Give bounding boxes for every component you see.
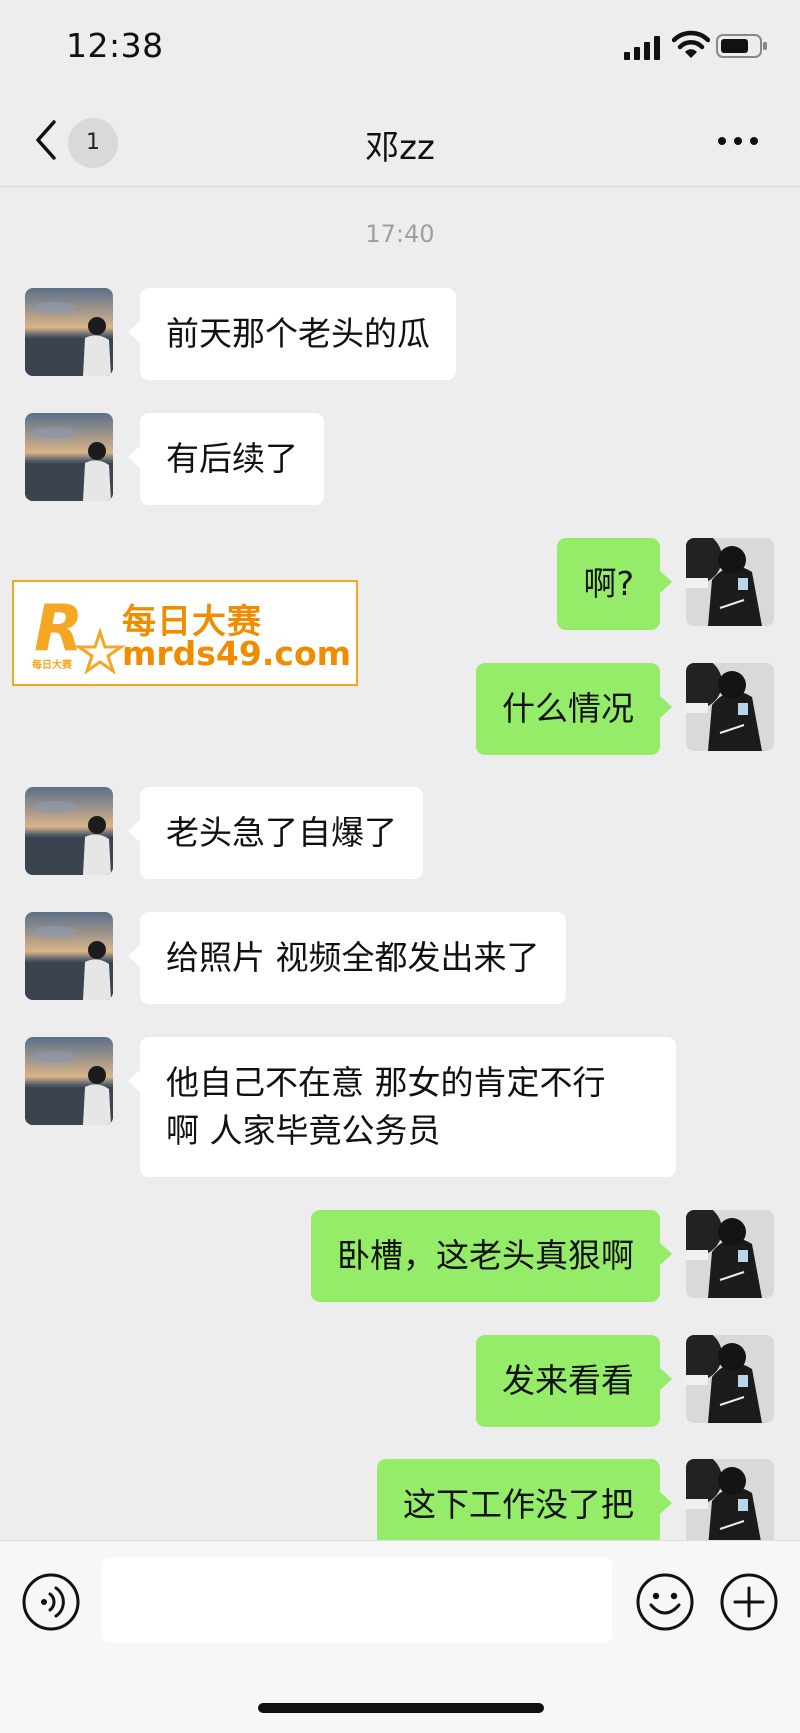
message-bubble-received: 他自己不在意 那女的肯定不行 啊 人家毕竟公务员 <box>128 1037 676 1177</box>
message-timestamp: 17:40 <box>365 220 435 248</box>
emoji-icon[interactable] <box>634 1571 696 1633</box>
self-avatar[interactable] <box>686 1210 774 1298</box>
plus-icon[interactable] <box>718 1571 780 1633</box>
contact-avatar[interactable] <box>25 787 113 875</box>
message-bubble-sent: 发来看看 <box>476 1335 672 1427</box>
self-avatar[interactable] <box>686 538 774 626</box>
self-avatar[interactable] <box>686 663 774 751</box>
self-avatar[interactable] <box>686 1335 774 1423</box>
message-bubble-received: 给照片 视频全都发出来了 <box>128 912 566 1004</box>
contact-avatar[interactable] <box>25 1037 113 1125</box>
message-bubble-sent: 卧槽，这老头真狠啊 <box>311 1210 672 1302</box>
chat-title: 邓zz <box>365 128 435 168</box>
battery-icon <box>716 34 767 58</box>
contact-avatar[interactable] <box>25 912 113 1000</box>
more-dots-icon[interactable] <box>716 134 760 148</box>
message-bubble-received: 前天那个老头的瓜 <box>128 288 456 380</box>
chat-input-bar <box>0 1540 800 1733</box>
home-indicator <box>258 1703 544 1713</box>
message-bubble-sent: 这下工作没了把 <box>377 1459 672 1551</box>
message-bubble-received: 有后续了 <box>128 413 324 505</box>
contact-avatar[interactable] <box>25 413 113 501</box>
signal-icon <box>624 36 660 60</box>
svg-text:每日大赛: 每日大赛 <box>32 658 73 671</box>
watermark-logo: R 每日大赛 <box>32 592 126 675</box>
status-time: 12:38 <box>66 26 164 65</box>
watermark-banner: R 每日大赛 每日大赛 mrds49.com <box>12 580 358 686</box>
message-bubble-received: 老头急了自爆了 <box>128 787 423 879</box>
status-bar: 12:38 <box>0 0 800 96</box>
message-bubble-sent: 啊? <box>557 538 672 630</box>
wifi-icon <box>672 30 710 58</box>
self-avatar[interactable] <box>686 1459 774 1547</box>
watermark-url: mrds49.com <box>122 634 352 673</box>
message-input[interactable] <box>102 1557 612 1643</box>
voice-icon[interactable] <box>20 1571 82 1633</box>
message-bubble-sent: 什么情况 <box>476 663 672 755</box>
svg-text:R: R <box>34 592 83 666</box>
contact-avatar[interactable] <box>25 288 113 376</box>
chat-header: 1 邓zz <box>0 96 800 187</box>
